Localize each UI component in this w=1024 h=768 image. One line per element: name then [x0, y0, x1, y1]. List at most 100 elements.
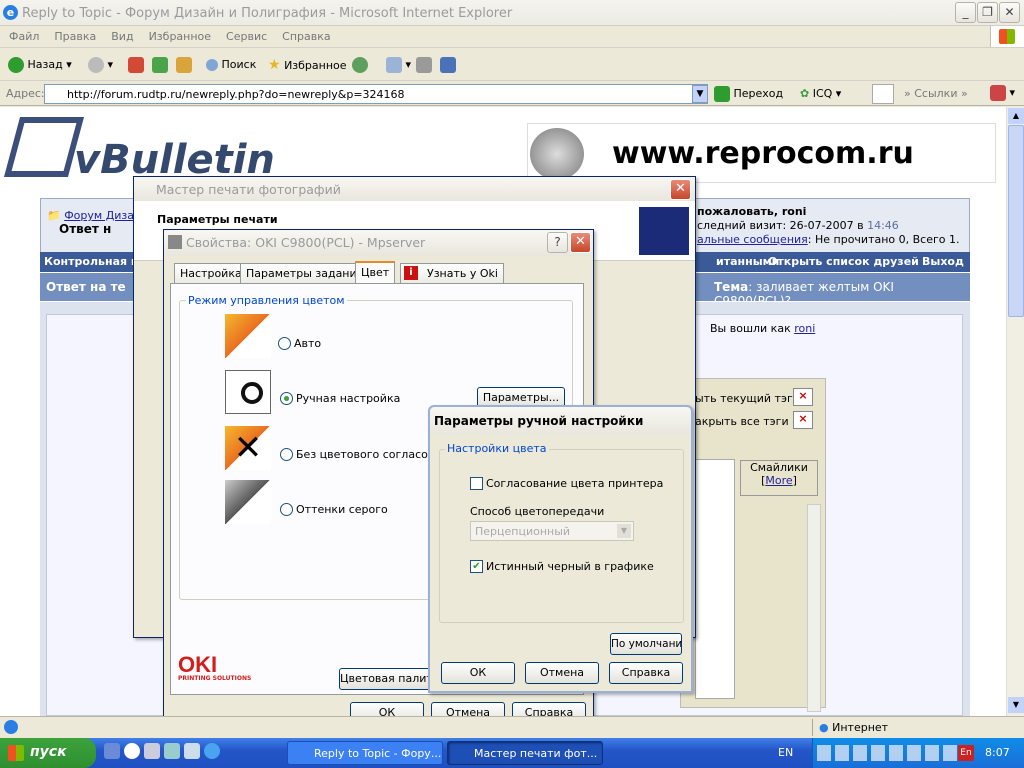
ie-icon[interactable] — [204, 743, 220, 759]
text-area[interactable] — [695, 459, 735, 699]
addon-button[interactable]: ▾ — [990, 85, 1015, 101]
task-ie[interactable]: Reply to Topic - Фору... — [287, 741, 443, 765]
minimize-button[interactable]: _ — [955, 2, 976, 23]
menu-view[interactable]: Вид — [102, 26, 139, 43]
color-palette-button[interactable]: Цветовая палитра — [339, 668, 439, 690]
true-black-checkbox[interactable]: ✔ — [470, 560, 483, 573]
clock: 8:07 — [985, 746, 1010, 759]
refresh-icon — [152, 57, 168, 73]
menu-tools[interactable]: Сервис — [217, 26, 273, 43]
manual-cancel-button[interactable]: Отмена — [525, 662, 599, 684]
nav-usercp[interactable]: Контрольная п — [44, 255, 138, 268]
maximize-button[interactable]: ❐ — [977, 2, 998, 23]
textarea-scrollbar[interactable] — [807, 504, 821, 712]
menu-file[interactable]: Файл — [0, 26, 45, 43]
close-button[interactable]: ✕ — [999, 2, 1020, 23]
notepad-icon[interactable] — [164, 743, 180, 759]
favorites-label: Избранное — [284, 59, 347, 72]
manual-help-button[interactable]: Справка — [609, 662, 683, 684]
more-smilies: [More] — [761, 474, 797, 487]
stop-button[interactable] — [128, 55, 144, 77]
media-icon[interactable] — [124, 743, 140, 759]
more-link[interactable]: More — [765, 474, 792, 487]
mail-button[interactable]: ▾ — [386, 55, 411, 77]
menu-help[interactable]: Справка — [273, 26, 336, 43]
true-black-label: Истинный черный в графике — [486, 560, 654, 573]
default-button[interactable]: По умолчанию — [610, 633, 682, 655]
close-all-button[interactable]: × — [793, 411, 813, 429]
scroll-thumb[interactable] — [1008, 125, 1024, 317]
scroll-down[interactable]: ▼ — [1008, 697, 1024, 713]
properties-titlebar: Свойства: OKI C9800(PCL) - Mpserver — [164, 230, 593, 256]
tab-job-options[interactable]: Параметры задания — [240, 263, 370, 283]
radio-grayscale[interactable] — [280, 503, 293, 516]
icq-label: ICQ — [812, 87, 833, 100]
toolbar-box[interactable] — [872, 84, 894, 104]
close-tag-row: ыть текущий тэг — [695, 392, 793, 405]
start-button[interactable]: пуск — [0, 738, 96, 768]
info-icon: i — [404, 266, 418, 280]
auto-color-icon — [225, 314, 271, 358]
language-indicator[interactable]: EN — [778, 746, 793, 759]
mail-icon — [386, 57, 402, 73]
windows-flag-icon — [8, 745, 24, 761]
banner-ad[interactable]: www.reprocom.ru — [527, 123, 996, 183]
printer-wizard-icon — [639, 207, 689, 255]
close-tag-button[interactable]: × — [793, 388, 813, 406]
favorites-button[interactable]: ★ Избранное — [268, 55, 347, 77]
radio-manual[interactable] — [280, 392, 293, 405]
refresh-button[interactable] — [152, 55, 168, 77]
wizard-close-button[interactable]: ✕ — [670, 179, 691, 200]
edit-button[interactable] — [440, 55, 456, 77]
home-button[interactable] — [176, 55, 192, 77]
tab-color[interactable]: Цвет — [355, 261, 396, 284]
welcome-box: пожаловать, roni следний визит: 26-07-20… — [697, 205, 960, 247]
address-label: Адрес: — [6, 87, 45, 100]
page-scrollbar[interactable]: ▲ ▼ — [1006, 107, 1024, 716]
recycle-icon[interactable] — [144, 743, 160, 759]
menu-favorites[interactable]: Избранное — [140, 26, 217, 43]
banner-text: www.reprocom.ru — [612, 136, 914, 171]
address-dropdown-button[interactable]: ▼ — [692, 85, 708, 103]
printer-icon — [416, 57, 432, 73]
help-question-button[interactable]: ? — [547, 232, 568, 253]
forward-button[interactable]: ▾ — [88, 55, 113, 77]
scroll-up[interactable]: ▲ — [1008, 108, 1024, 124]
icq-flower-icon: ✿ — [800, 87, 810, 100]
properties-close-button[interactable]: ✕ — [570, 232, 591, 253]
refresh-icon[interactable] — [184, 743, 200, 759]
task-wizard-label: Мастер печати фот... — [474, 747, 598, 760]
go-button[interactable]: Переход — [714, 86, 783, 102]
zone-box: ● Интернет — [812, 719, 1002, 736]
logged-user-link[interactable]: roni — [794, 322, 815, 335]
window-titlebar: e Reply to Topic - Форум Дизайн и Полигр… — [0, 0, 1024, 26]
menu-bar: Файл Правка Вид Избранное Сервис Справка — [0, 26, 1024, 48]
tab-setup[interactable]: Настройка — [174, 263, 248, 283]
menu-edit[interactable]: Правка — [45, 26, 102, 43]
radio-auto[interactable] — [278, 337, 291, 350]
stop-icon — [128, 57, 144, 73]
private-messages-link[interactable]: альные сообщения — [697, 233, 808, 246]
back-button[interactable]: Назад ▾ — [8, 55, 72, 77]
icq-button[interactable]: ✿ ICQ ▾ — [800, 87, 841, 100]
address-input[interactable]: http://forum.rudtp.ru/newreply.php?do=ne… — [44, 84, 708, 104]
rendering-method-select[interactable]: Перцепционный ▼ — [470, 521, 634, 541]
page-status-icon — [4, 720, 18, 734]
nav-buddylist[interactable]: Открыть список друзей — [768, 255, 919, 268]
option-no-match: Без цветового согласования — [296, 448, 431, 461]
task-wizard[interactable]: Мастер печати фот... — [447, 741, 603, 765]
print-button[interactable] — [416, 55, 432, 77]
keyboard-layout-icon[interactable]: En — [958, 745, 974, 761]
history-button[interactable] — [352, 55, 368, 77]
nav-logout[interactable]: Выход — [922, 255, 964, 268]
manual-ok-button[interactable]: ОК — [441, 662, 515, 684]
save-icon[interactable] — [104, 743, 120, 759]
logged-in: Вы вошли как roni — [710, 322, 815, 335]
folder-icon: 📁 — [47, 209, 61, 222]
links-label[interactable]: » Ссылки » — [904, 87, 968, 100]
printer-match-checkbox[interactable] — [470, 477, 483, 490]
radio-no-match[interactable] — [280, 448, 293, 461]
rendering-method-value: Перцепционный — [475, 525, 571, 538]
search-button[interactable]: Поиск — [206, 55, 256, 77]
rendering-method-label: Способ цветопередачи — [470, 505, 605, 518]
